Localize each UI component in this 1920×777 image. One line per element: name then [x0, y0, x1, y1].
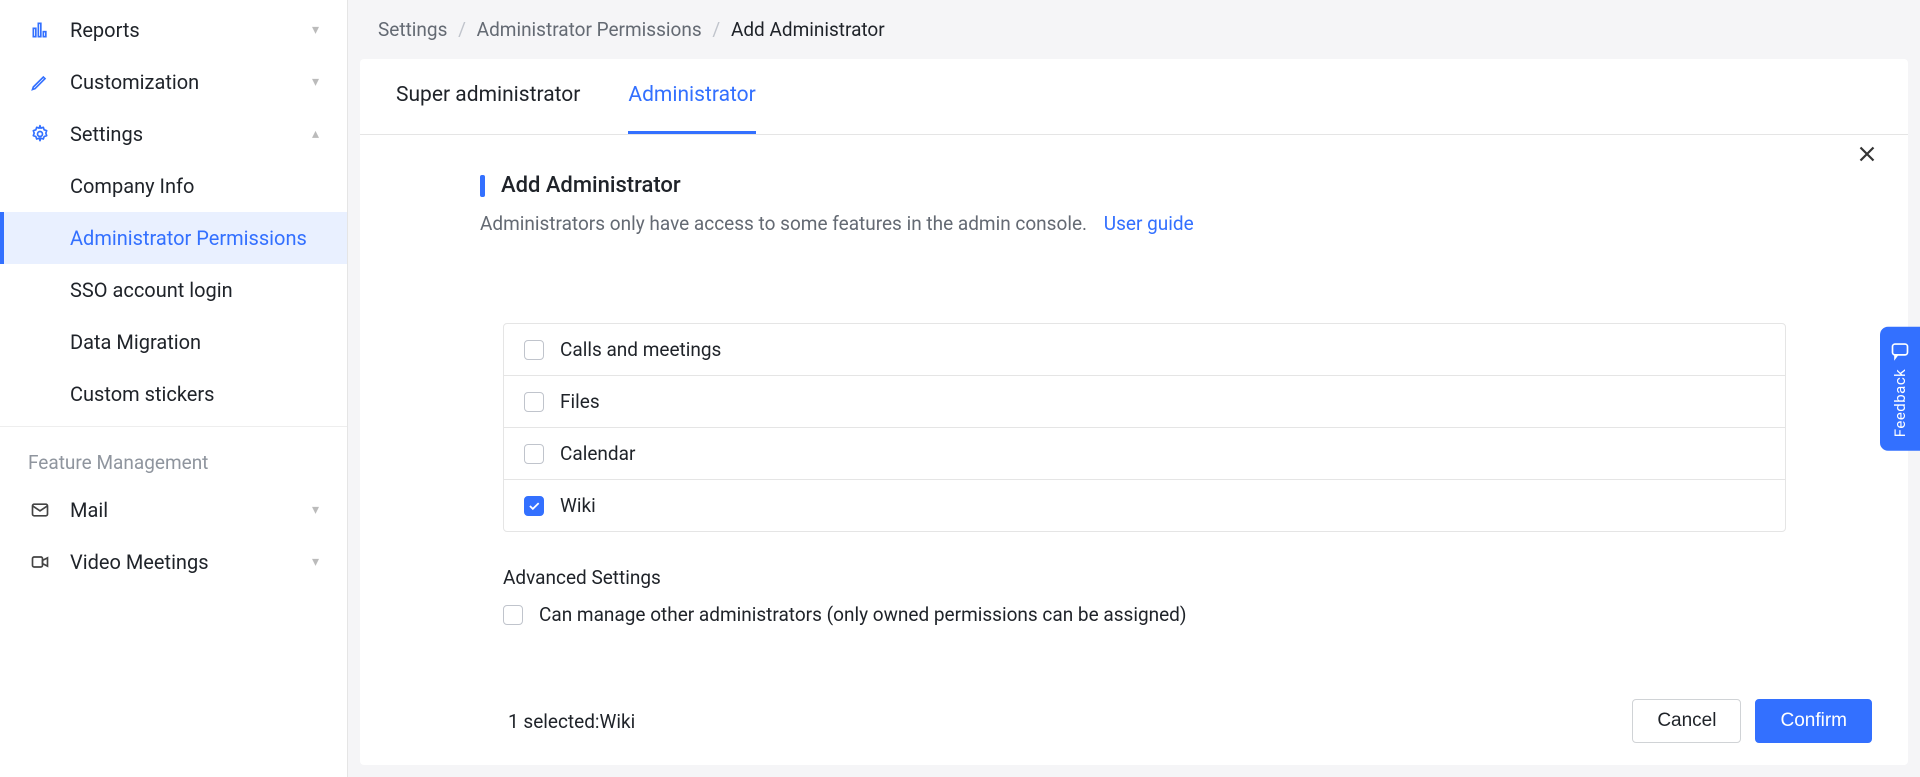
footer-buttons: Cancel Confirm — [1632, 699, 1872, 743]
sidebar-item-label: Customization — [70, 70, 199, 94]
permission-row[interactable]: Calls and meetings — [504, 324, 1785, 376]
permission-label: Files — [560, 390, 600, 413]
advanced-option-row[interactable]: Can manage other administrators (only ow… — [503, 603, 1786, 626]
sidebar-section-label: Feature Management — [0, 433, 347, 484]
chevron-up-icon: ▴ — [312, 126, 319, 142]
sidebar-item-mail[interactable]: Mail ▾ — [0, 484, 347, 536]
breadcrumb: Settings / Administrator Permissions / A… — [348, 0, 1920, 59]
sidebar-item-settings[interactable]: Settings ▴ — [0, 108, 347, 160]
sidebar-item-admin-permissions[interactable]: Administrator Permissions — [0, 212, 347, 264]
sidebar-item-label: Custom stickers — [70, 382, 214, 406]
permission-label: Wiki — [560, 494, 596, 517]
breadcrumb-sep: / — [452, 18, 472, 41]
title-bar — [480, 175, 485, 197]
cancel-button[interactable]: Cancel — [1632, 699, 1741, 743]
sidebar-item-label: Settings — [70, 122, 143, 146]
permission-row[interactable]: Wiki — [504, 480, 1785, 531]
advanced-settings-title: Advanced Settings — [503, 566, 1786, 589]
permissions-scroll[interactable]: Calls and meetings Files Calendar — [502, 257, 1787, 627]
sidebar-item-customization[interactable]: Customization ▾ — [0, 56, 347, 108]
footer: 1 selected:Wiki Cancel Confirm — [360, 683, 1908, 765]
tab-super-admin[interactable]: Super administrator — [396, 59, 580, 134]
sidebar-item-data-migration[interactable]: Data Migration — [0, 316, 347, 368]
form-wrap: Add Administrator Administrators only ha… — [360, 135, 1908, 683]
sidebar-item-label: Video Meetings — [70, 550, 209, 574]
gear-icon — [28, 122, 52, 146]
selection-summary: 1 selected:Wiki — [508, 710, 635, 733]
chevron-down-icon: ▾ — [312, 22, 319, 38]
breadcrumb-link[interactable]: Settings — [378, 18, 447, 41]
sidebar-item-label: Data Migration — [70, 330, 201, 354]
chevron-down-icon: ▾ — [312, 502, 319, 518]
advanced-option-label: Can manage other administrators (only ow… — [539, 603, 1187, 626]
sidebar-item-label: Reports — [70, 18, 140, 42]
section-title-text: Add Administrator — [501, 173, 681, 198]
chart-icon — [28, 18, 52, 42]
sidebar: Reports ▾ Customization ▾ Settings ▴ Com… — [0, 0, 348, 777]
chat-icon — [1890, 340, 1910, 360]
divider — [0, 426, 347, 427]
chevron-down-icon: ▾ — [312, 74, 319, 90]
sidebar-item-reports[interactable]: Reports ▾ — [0, 4, 347, 56]
video-icon — [28, 550, 52, 574]
permission-label: Calls and meetings — [560, 338, 721, 361]
close-button[interactable] — [1854, 141, 1880, 167]
sidebar-item-custom-stickers[interactable]: Custom stickers — [0, 368, 347, 420]
checkbox[interactable] — [503, 605, 523, 625]
content-panel: Super administrator Administrator Add Ad… — [360, 59, 1908, 765]
checkbox[interactable] — [524, 340, 544, 360]
breadcrumb-sep: / — [706, 18, 726, 41]
checkbox[interactable] — [524, 496, 544, 516]
mail-icon — [28, 498, 52, 522]
feedback-label: Feedback — [1891, 368, 1909, 437]
tabs: Super administrator Administrator — [360, 59, 1908, 135]
user-guide-link[interactable]: User guide — [1104, 212, 1194, 235]
pencil-icon — [28, 70, 52, 94]
feedback-tab[interactable]: Feedback — [1880, 326, 1920, 451]
permission-row[interactable]: Files — [504, 376, 1785, 428]
confirm-button[interactable]: Confirm — [1755, 699, 1872, 743]
sidebar-item-video-meetings[interactable]: Video Meetings ▾ — [0, 536, 347, 588]
sidebar-item-label: Mail — [70, 498, 108, 522]
section-title: Add Administrator — [480, 173, 1872, 198]
breadcrumb-current: Add Administrator — [731, 18, 885, 41]
tab-admin[interactable]: Administrator — [628, 59, 755, 134]
section-desc-text: Administrators only have access to some … — [480, 212, 1087, 235]
checkbox[interactable] — [524, 392, 544, 412]
breadcrumb-link[interactable]: Administrator Permissions — [477, 18, 702, 41]
sidebar-item-sso[interactable]: SSO account login — [0, 264, 347, 316]
checkbox[interactable] — [524, 444, 544, 464]
permission-label: Calendar — [560, 442, 635, 465]
sidebar-item-label: Administrator Permissions — [70, 226, 307, 250]
chevron-down-icon: ▾ — [312, 554, 319, 570]
permission-row[interactable]: Calendar — [504, 428, 1785, 480]
sidebar-item-label: Company Info — [70, 174, 194, 198]
main: Settings / Administrator Permissions / A… — [348, 0, 1920, 777]
sidebar-item-company-info[interactable]: Company Info — [0, 160, 347, 212]
section-desc: Administrators only have access to some … — [480, 212, 1872, 235]
sidebar-item-label: SSO account login — [70, 278, 233, 302]
permission-group: Calls and meetings Files Calendar — [503, 323, 1786, 532]
